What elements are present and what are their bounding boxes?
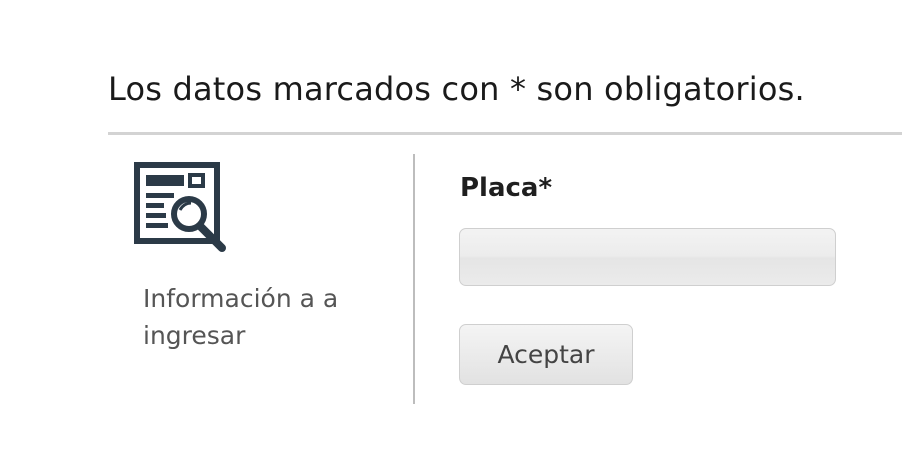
required-fields-notice: Los datos marcados con * son obligatorio… (108, 70, 805, 108)
vertical-divider (413, 154, 415, 404)
document-search-icon (134, 162, 230, 258)
plate-input[interactable] (459, 228, 836, 286)
accept-button[interactable]: Aceptar (459, 324, 633, 385)
plate-label: Placa* (460, 173, 553, 203)
form-page: Los datos marcados con * son obligatorio… (0, 0, 902, 468)
section-description: Información a a ingresar (143, 284, 339, 350)
header-rule (108, 132, 902, 135)
section-info-panel: Información a a ingresar (108, 150, 408, 410)
